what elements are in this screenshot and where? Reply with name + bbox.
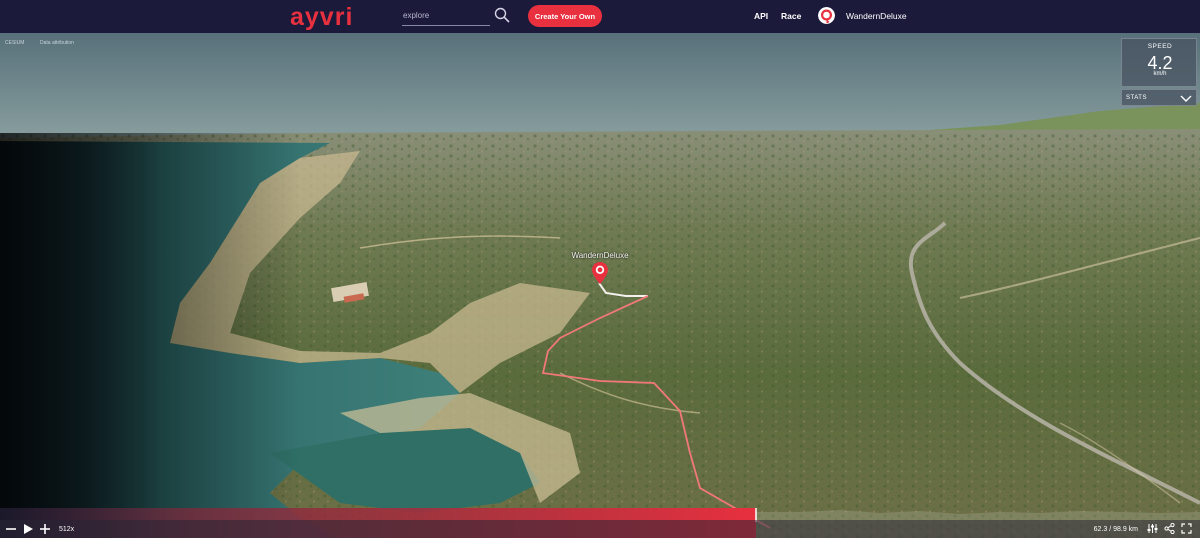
minus-icon[interactable]	[5, 523, 17, 535]
search-input[interactable]	[402, 6, 490, 26]
pilot-name-label: WandernDeluxe	[571, 251, 629, 260]
app-root: ayvri Create Your Own API Race WandernDe…	[0, 0, 1200, 538]
avatar[interactable]	[818, 7, 835, 24]
top-navbar: ayvri Create Your Own API Race WandernDe…	[0, 0, 1200, 33]
search-box	[402, 6, 510, 26]
speed-panel: SPEED 4.2 km/h	[1121, 38, 1197, 87]
data-attribution-link[interactable]: Data attribution	[40, 40, 74, 46]
location-pin-icon[interactable]	[592, 262, 608, 284]
ayvri-logo[interactable]: ayvri	[290, 3, 353, 32]
plus-icon[interactable]	[39, 523, 51, 535]
username-label[interactable]: WandernDeluxe	[846, 11, 907, 21]
distance-readout: 62.3 / 98.9 km	[1093, 526, 1138, 533]
playback-bar	[0, 520, 1200, 538]
nav-api-link[interactable]: API	[754, 11, 768, 21]
play-icon[interactable]	[22, 523, 34, 535]
map-viewport[interactable]: CESIUM Data attribution WandernDeluxe	[0, 33, 1200, 538]
terrain-render	[0, 33, 1200, 538]
share-icon[interactable]	[1164, 523, 1175, 534]
create-your-own-button[interactable]: Create Your Own	[528, 5, 602, 27]
speed-unit: km/h	[1153, 71, 1167, 77]
chevron-down-icon[interactable]	[1180, 93, 1192, 103]
stats-label: STATS	[1126, 95, 1147, 101]
fullscreen-icon[interactable]	[1181, 523, 1192, 534]
sliders-icon[interactable]	[1147, 523, 1158, 534]
speed-title: SPEED	[1147, 43, 1173, 50]
stats-dropdown[interactable]: STATS	[1121, 89, 1197, 106]
nav-race-link[interactable]: Race	[781, 11, 801, 21]
search-icon[interactable]	[494, 7, 510, 23]
cesium-logo[interactable]: CESIUM	[5, 40, 24, 46]
playback-speed-multiplier[interactable]: 512x	[59, 526, 74, 533]
